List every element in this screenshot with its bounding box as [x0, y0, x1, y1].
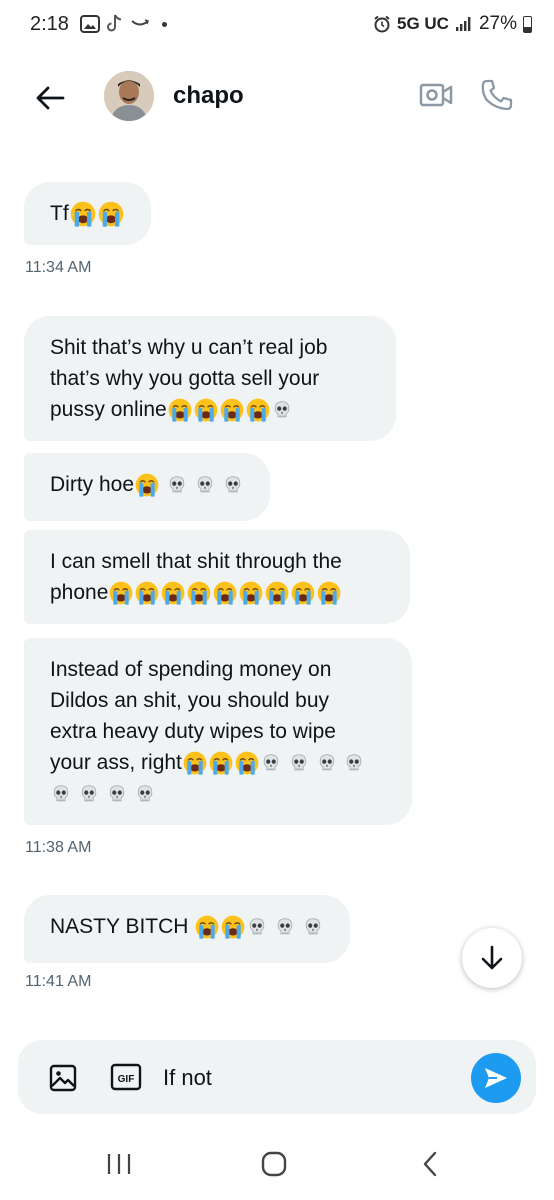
gallery-notification-icon	[80, 15, 100, 33]
conversation-header: chapo	[0, 54, 554, 140]
message-text: Shit that’s why u can’t real job	[50, 336, 328, 359]
scroll-to-bottom-button[interactable]	[462, 928, 522, 988]
system-back-button[interactable]	[418, 1150, 444, 1178]
avatar-image	[104, 71, 154, 121]
skull-emoji-icon	[222, 474, 244, 496]
skull-emoji-icon	[194, 474, 216, 496]
home-icon	[261, 1151, 287, 1177]
message-bubble[interactable]: NASTY BITCH	[24, 895, 350, 963]
arrow-left-icon	[36, 86, 65, 110]
message-timestamp: 11:34 AM	[25, 259, 92, 276]
message-timestamp: 11:41 AM	[25, 973, 92, 990]
message-bubble[interactable]: Dirty hoe	[24, 453, 270, 521]
recent-apps-button[interactable]	[104, 1152, 134, 1176]
phone-call-icon	[481, 79, 513, 111]
message-text: extra heavy duty wipes to wipe	[50, 720, 336, 743]
sob-emoji-icon	[193, 397, 219, 423]
chevron-left-icon	[423, 1151, 437, 1177]
message-timestamp: 11:38 AM	[25, 839, 92, 856]
sob-emoji-icon	[134, 580, 160, 606]
battery-percent: 27%	[478, 13, 517, 34]
message-bubble[interactable]: Instead of spending money on Dildos an s…	[24, 638, 412, 825]
sob-emoji-icon	[220, 914, 246, 940]
skull-emoji-icon	[166, 474, 188, 496]
skull-emoji-icon	[288, 752, 310, 774]
status-right: 5G UC 27%	[373, 13, 532, 35]
sob-emoji-icon	[290, 580, 316, 606]
skull-emoji-icon	[260, 752, 282, 774]
battery-icon	[523, 15, 532, 33]
message-text: Dirty hoe	[50, 473, 135, 496]
more-notifications-dot	[162, 21, 167, 27]
sob-emoji-icon	[219, 397, 245, 423]
message-text: that’s why you gotta sell your	[50, 367, 320, 390]
signal-icon	[455, 17, 471, 31]
sob-emoji-icon	[212, 580, 238, 606]
message-text: Instead of spending money on	[50, 658, 332, 681]
skull-emoji-icon	[134, 783, 156, 805]
sob-emoji-icon	[238, 580, 264, 606]
sob-emoji-icon	[234, 750, 260, 776]
sob-emoji-icon	[134, 472, 160, 498]
recent-apps-icon	[107, 1154, 131, 1174]
skull-emoji-icon	[316, 752, 338, 774]
status-bar: 2:18 5G UC 27%	[0, 0, 554, 54]
message-text: I can smell that shit through the	[50, 550, 342, 573]
send-button[interactable]	[471, 1053, 521, 1103]
skull-emoji-icon	[78, 783, 100, 805]
sob-emoji-icon	[69, 200, 97, 228]
sob-emoji-icon	[245, 397, 271, 423]
contact-name[interactable]: chapo	[173, 82, 244, 110]
network-type: 5G UC	[397, 14, 449, 33]
skull-emoji-icon	[246, 916, 268, 938]
message-input[interactable]	[163, 1062, 453, 1094]
message-text: pussy online	[50, 398, 167, 421]
add-image-button[interactable]	[48, 1063, 78, 1093]
skull-emoji-icon	[274, 916, 296, 938]
skull-emoji-icon	[302, 916, 324, 938]
message-bubble[interactable]: I can smell that shit through the phone	[24, 530, 410, 624]
skull-emoji-icon	[271, 399, 293, 421]
avatar[interactable]	[104, 71, 154, 121]
back-button[interactable]	[30, 78, 70, 118]
sob-emoji-icon	[316, 580, 342, 606]
message-text: Dildos an shit, you should buy	[50, 689, 329, 712]
system-navigation-bar	[0, 1130, 554, 1200]
home-button[interactable]	[261, 1151, 287, 1177]
phone-call-button[interactable]	[480, 78, 520, 118]
video-call-button[interactable]	[418, 78, 458, 118]
message-text: phone	[50, 581, 109, 604]
message-bubble[interactable]: Shit that’s why u can’t real job that’s …	[24, 316, 396, 441]
sob-emoji-icon	[167, 397, 193, 423]
notification-icons	[80, 14, 167, 34]
skull-emoji-icon	[343, 752, 365, 774]
send-icon	[485, 1068, 507, 1088]
arrow-down-icon	[481, 945, 503, 970]
message-bubble[interactable]: Tf	[24, 182, 151, 245]
skull-emoji-icon	[50, 783, 72, 805]
gif-icon: GIF	[110, 1063, 142, 1091]
sob-emoji-icon	[194, 914, 220, 940]
sob-emoji-icon	[208, 750, 234, 776]
sob-emoji-icon	[264, 580, 290, 606]
video-call-icon	[419, 83, 453, 107]
sob-emoji-icon	[186, 580, 212, 606]
message-text: your ass, right	[50, 751, 182, 774]
alarm-icon	[374, 15, 390, 33]
sob-emoji-icon	[97, 200, 125, 228]
sob-emoji-icon	[182, 750, 208, 776]
message-text: NASTY BITCH	[50, 915, 195, 938]
gif-label: GIF	[118, 1074, 135, 1085]
image-icon	[49, 1064, 77, 1092]
add-gif-button[interactable]: GIF	[110, 1062, 142, 1092]
skull-emoji-icon	[106, 783, 128, 805]
amazon-notification-icon	[131, 19, 149, 26]
message-composer: GIF	[18, 1040, 536, 1114]
tiktok-notification-icon	[107, 14, 122, 32]
message-text: Tf	[50, 202, 69, 225]
status-time: 2:18	[30, 13, 69, 35]
sob-emoji-icon	[160, 580, 186, 606]
sob-emoji-icon	[108, 580, 134, 606]
